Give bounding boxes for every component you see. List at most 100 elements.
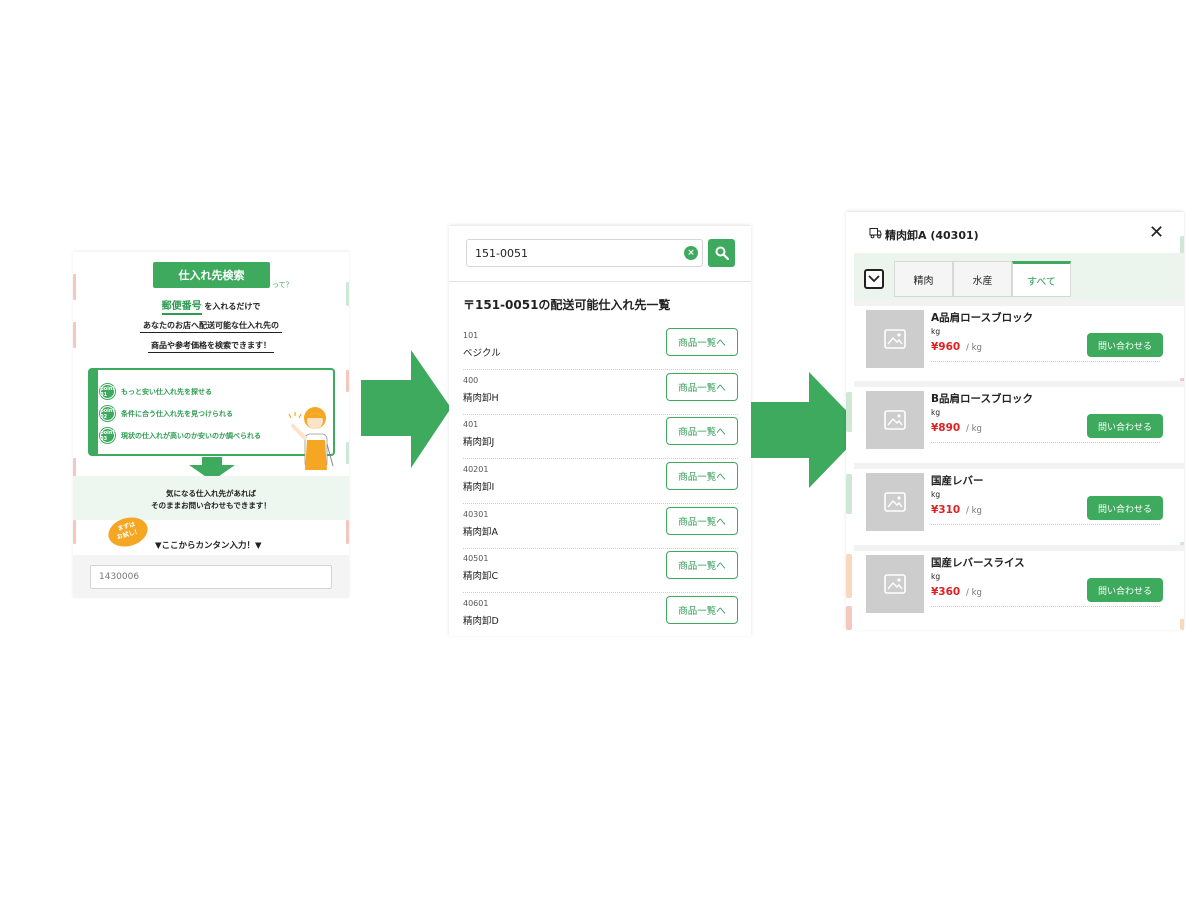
- supplier-row: 401 精肉卸J 商品一覧へ: [463, 415, 738, 459]
- supplier-code: 40301: [463, 510, 489, 519]
- decor-strip: [73, 458, 76, 478]
- supplier-detail-panel: 精肉卸A (40301) ✕ 精肉 水産 すべて A品肩ロースブロック kg ¥…: [846, 212, 1184, 630]
- decor-strip: [846, 474, 852, 514]
- price-per-unit: / kg: [966, 343, 982, 353]
- supplier-row: 400 精肉卸H 商品一覧へ: [463, 371, 738, 415]
- divider: [931, 524, 1160, 525]
- supplier-name: 精肉卸I: [463, 482, 495, 493]
- contact-button[interactable]: 問い合わせる: [1087, 333, 1163, 357]
- product-list-button[interactable]: 商品一覧へ: [666, 373, 738, 401]
- product-price: ¥890: [931, 422, 961, 434]
- tab-meat[interactable]: 精肉: [894, 261, 953, 297]
- supplier-name: 精肉卸J: [463, 437, 495, 448]
- point-item: point 03 現状の仕入れが高いのか安いのか調べられる: [100, 428, 261, 443]
- chevron-down-icon[interactable]: [864, 269, 884, 289]
- supplier-code: 101: [463, 331, 479, 340]
- supplier-row: 40201 精肉卸I 商品一覧へ: [463, 460, 738, 504]
- supplier-name: 精肉卸D: [463, 616, 499, 627]
- product-list-button[interactable]: 商品一覧へ: [666, 328, 738, 356]
- truck-icon: [869, 228, 882, 239]
- supplier-row: 40501 精肉卸C 商品一覧へ: [463, 549, 738, 593]
- decor-strip: [346, 370, 349, 392]
- points-box-bar: [90, 370, 98, 454]
- zip-input[interactable]: 1430006: [90, 565, 332, 589]
- search-icon: [715, 246, 729, 260]
- product-name: 国産レバー: [931, 475, 984, 487]
- headline-line-3-text: 商品や参考価格を検索できます！: [148, 341, 274, 353]
- product-price: ¥960: [931, 341, 961, 353]
- results-title: 〒151-0051の配送可能仕入れ先一覧: [463, 298, 671, 312]
- arrow-right-icon: [361, 350, 451, 468]
- product-list-button[interactable]: 商品一覧へ: [666, 551, 738, 579]
- supplier-code: 40601: [463, 599, 489, 608]
- point-text: 現状の仕入れが高いのか安いのか調べられる: [121, 431, 261, 440]
- supplier-name: 精肉卸C: [463, 571, 499, 582]
- close-icon[interactable]: ✕: [1149, 224, 1164, 242]
- search-input[interactable]: 151-0051 ×: [466, 239, 703, 267]
- contact-button[interactable]: 問い合わせる: [1087, 578, 1163, 602]
- image-placeholder-icon: [884, 410, 906, 430]
- product-price: ¥310: [931, 504, 961, 516]
- price-per-unit: / kg: [966, 588, 982, 598]
- headline-line-2-text: あなたのお店へ配送可能な仕入れ先の: [140, 321, 282, 333]
- supplier-name: 精肉卸A: [463, 527, 498, 538]
- product-unit: kg: [931, 490, 941, 499]
- band-line-1: 気になる仕入れ先があれば: [166, 489, 256, 498]
- divider: [931, 606, 1160, 607]
- contact-button[interactable]: 問い合わせる: [1087, 496, 1163, 520]
- supplier-name: 精肉卸H: [463, 393, 499, 404]
- title-suffix: って？: [272, 281, 293, 289]
- supplier-row: 101 ベジクル 商品一覧へ: [463, 326, 738, 370]
- product-list-button[interactable]: 商品一覧へ: [666, 462, 738, 490]
- headline-line-3: 商品や参考価格を検索できます！: [73, 340, 349, 353]
- entry-prompt: ▼ここからカンタン入力！▼: [155, 541, 262, 551]
- search-button[interactable]: [708, 239, 735, 267]
- decor-strip: [846, 606, 852, 630]
- product-card: B品肩ロースブロック kg ¥890 / kg 問い合わせる: [854, 381, 1184, 455]
- point-text: 条件に合う仕入れ先を見つけられる: [121, 409, 233, 418]
- detail-header: 精肉卸A (40301) ✕: [846, 212, 1184, 256]
- point-number-badge: point 01: [100, 384, 115, 399]
- image-placeholder-icon: [884, 329, 906, 349]
- clear-icon[interactable]: ×: [684, 246, 698, 260]
- price-per-unit: / kg: [966, 424, 982, 434]
- product-name: B品肩ロースブロック: [931, 393, 1033, 405]
- divider: [931, 442, 1160, 443]
- product-card: 国産レバー kg ¥310 / kg 問い合わせる: [854, 463, 1184, 537]
- supplier-code: 40201: [463, 465, 489, 474]
- contact-button[interactable]: 問い合わせる: [1087, 414, 1163, 438]
- supplier-row: 40601 精肉卸D 商品一覧へ: [463, 594, 738, 636]
- point-number-badge: point 03: [100, 428, 115, 443]
- product-unit: kg: [931, 408, 941, 417]
- supplier-search-title: 仕入れ先検索: [153, 262, 270, 288]
- product-unit: kg: [931, 327, 941, 336]
- supplier-row: 40301 精肉卸A 商品一覧へ: [463, 505, 738, 549]
- supplier-code: 400: [463, 376, 479, 385]
- point-text: もっと安い仕入れ先を探せる: [121, 387, 212, 396]
- tab-seafood[interactable]: 水産: [953, 261, 1012, 297]
- point-item: point 02 条件に合う仕入れ先を見つけられる: [100, 406, 233, 421]
- image-placeholder-icon: [884, 574, 906, 594]
- product-list-button[interactable]: 商品一覧へ: [666, 596, 738, 624]
- landing-panel: 仕入れ先検索 って？ 郵便番号 を入れるだけで あなたのお店へ配送可能な仕入れ先…: [73, 252, 349, 598]
- product-name: 国産レバースライス: [931, 557, 1025, 569]
- zip-highlight: 郵便番号: [161, 301, 202, 315]
- tab-all[interactable]: すべて: [1012, 261, 1071, 297]
- decor-strip: [846, 554, 852, 598]
- headline-line-1: 郵便番号 を入れるだけで: [73, 297, 349, 315]
- supplier-code: 40501: [463, 554, 489, 563]
- band-line-2: そのままお問い合わせもできます！: [151, 501, 271, 510]
- product-image: [866, 310, 924, 368]
- product-image: [866, 473, 924, 531]
- supplier-name: ベジクル: [463, 348, 501, 359]
- supplier-code: 401: [463, 420, 479, 429]
- product-image: [866, 391, 924, 449]
- product-name: A品肩ロースブロック: [931, 312, 1034, 324]
- product-list-button[interactable]: 商品一覧へ: [666, 417, 738, 445]
- decor-strip: [346, 520, 349, 544]
- zip-input-area: 1430006: [73, 555, 349, 598]
- woman-illustration-icon: [288, 407, 334, 470]
- image-placeholder-icon: [884, 492, 906, 512]
- product-list-button[interactable]: 商品一覧へ: [666, 507, 738, 535]
- divider: [931, 361, 1160, 362]
